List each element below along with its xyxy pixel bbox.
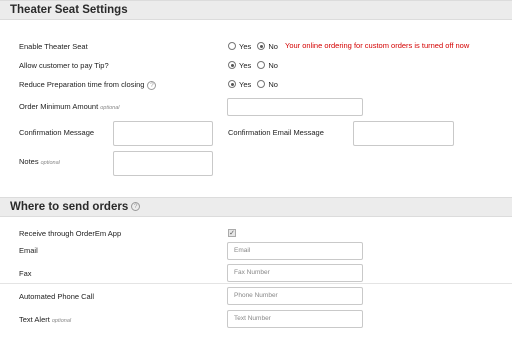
allow-tip-yes-radio[interactable] — [228, 61, 236, 70]
receive-orderem-app-checkbox[interactable]: ✓ — [228, 229, 236, 237]
allow-tip-radio-group: Yes No — [228, 60, 282, 70]
enable-theater-seat-label: Enable Theater Seat — [19, 42, 88, 51]
theater-seat-settings-header: Theater Seat Settings — [0, 0, 512, 20]
order-minimum-amount-text: Order Minimum Amount — [19, 102, 99, 111]
notes-text: Notes — [19, 157, 39, 166]
confirmation-message-textarea[interactable] — [113, 121, 213, 146]
text-alert-text: Text Alert — [19, 315, 50, 324]
row-divider — [0, 283, 512, 284]
enable-no-label: No — [268, 41, 278, 51]
where-to-send-orders-header: Where to send orders? — [0, 197, 512, 217]
tip-no-label: No — [268, 60, 278, 70]
phone-number-input[interactable]: Phone Number — [227, 287, 363, 305]
reduce-preparation-yes-radio[interactable] — [228, 80, 236, 89]
confirmation-message-label: Confirmation Message — [19, 128, 95, 137]
enable-theater-seat-radio-group: Yes No — [228, 41, 282, 51]
help-icon[interactable]: ? — [131, 202, 141, 212]
reduce-preparation-text: Reduce Preparation time from closing — [19, 80, 145, 89]
confirmation-email-message-textarea[interactable] — [353, 121, 454, 146]
online-ordering-warning: Your online ordering for custom orders i… — [285, 41, 470, 50]
allow-tip-label: Allow customer to pay Tip? — [19, 61, 109, 70]
text-number-input[interactable]: Text Number — [227, 310, 363, 328]
reduce-preparation-no-radio[interactable] — [257, 80, 266, 89]
theater-seat-settings-title: Theater Seat Settings — [10, 4, 128, 16]
confirmation-email-message-label: Confirmation Email Message — [228, 128, 324, 137]
email-label: Email — [19, 246, 38, 255]
automated-phone-call-label: Automated Phone Call — [19, 292, 95, 301]
enable-theater-seat-no-radio[interactable] — [257, 42, 266, 51]
enable-theater-seat-yes-radio[interactable] — [228, 42, 236, 51]
receive-orderem-app-label: Receive through OrderEm App — [19, 229, 122, 238]
optional-tag: optional — [100, 105, 120, 111]
tip-yes-label: Yes — [239, 60, 252, 70]
email-input[interactable]: Email — [227, 242, 363, 260]
optional-tag: optional — [51, 318, 72, 324]
order-minimum-amount-label: Order Minimum Amount optional — [19, 102, 119, 111]
order-minimum-amount-input[interactable] — [227, 98, 363, 116]
allow-tip-no-radio[interactable] — [257, 61, 266, 70]
where-to-send-orders-text: Where to send orders — [10, 201, 129, 213]
text-alert-label: Text Alert optional — [19, 315, 71, 324]
fax-label: Fax — [19, 269, 32, 278]
reduce-no-label: No — [268, 79, 278, 89]
fax-number-input[interactable]: Fax Number — [227, 264, 363, 282]
reduce-preparation-radio-group: Yes No — [228, 79, 282, 89]
optional-tag: optional — [40, 160, 60, 166]
reduce-yes-label: Yes — [239, 79, 252, 89]
notes-label: Notes optional — [19, 157, 60, 166]
notes-textarea[interactable] — [113, 151, 213, 176]
reduce-preparation-label: Reduce Preparation time from closing? — [19, 80, 157, 90]
where-to-send-orders-title: Where to send orders? — [10, 201, 141, 213]
enable-yes-label: Yes — [239, 41, 252, 51]
help-icon[interactable]: ? — [147, 80, 157, 90]
